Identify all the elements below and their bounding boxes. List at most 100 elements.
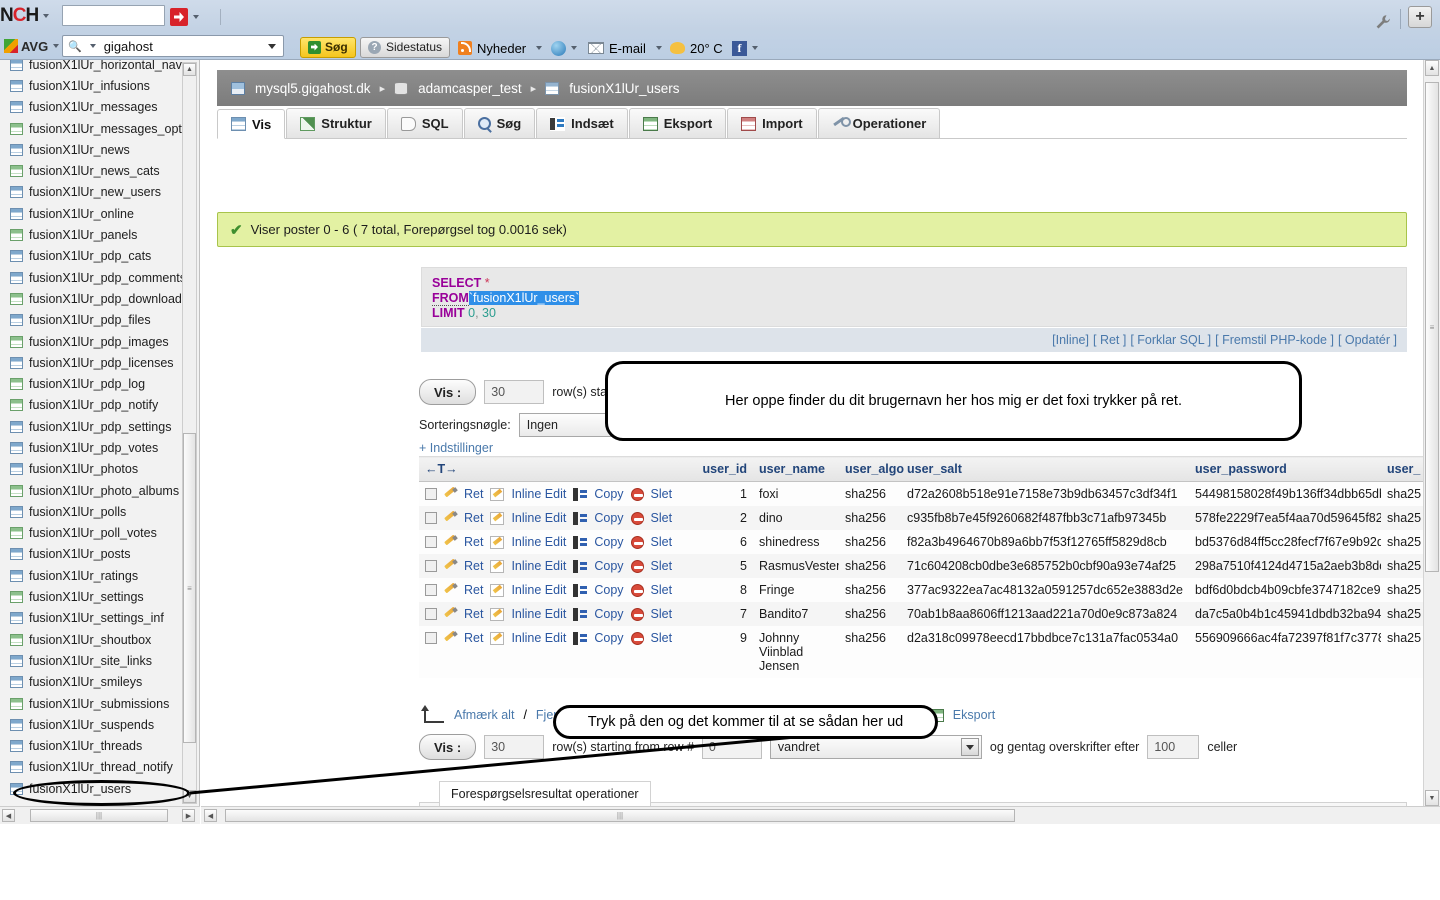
- sidebar-table-item[interactable]: fusionX1lUr_messages_opt: [0, 118, 199, 139]
- sidebar-table-item[interactable]: fusionX1lUr_posts: [0, 544, 199, 565]
- chevron-down-icon[interactable]: [53, 44, 60, 48]
- sidebar-table-item[interactable]: fusionX1lUr_threads: [0, 736, 199, 757]
- chevron-down-icon[interactable]: [655, 46, 662, 50]
- row-copy-link[interactable]: Copy: [594, 487, 623, 501]
- check-all-link[interactable]: Afmærk alt: [454, 708, 514, 722]
- row-edit-link[interactable]: Ret: [464, 559, 483, 573]
- table-row[interactable]: Ret Inline Edit Copy Slet 2 dino sha256 c935fb8…: [419, 506, 1423, 530]
- chevron-down-icon[interactable]: [960, 738, 979, 756]
- column-header-user-id[interactable]: user_id: [693, 456, 753, 482]
- ie-button[interactable]: [551, 36, 577, 60]
- row-delete-link[interactable]: Slet: [651, 559, 673, 573]
- sidebar-table-item[interactable]: fusionX1lUr_photo_albums: [0, 480, 199, 501]
- main-hscroll-thumb[interactable]: |||: [225, 809, 1015, 822]
- sidebar-vertical-scrollbar[interactable]: ▲ ≡ ▼: [182, 62, 197, 804]
- scroll-up-arrow[interactable]: ▲: [1425, 60, 1439, 76]
- table-row[interactable]: Ret Inline Edit Copy Slet 1 foxi sha256 d72a260…: [419, 481, 1423, 506]
- scroll-down-arrow[interactable]: ▼: [1425, 790, 1439, 806]
- link-inline[interactable]: [Inline]: [1052, 333, 1089, 347]
- settings-link[interactable]: + Indstillinger: [419, 441, 493, 455]
- row-checkbox[interactable]: [425, 560, 437, 572]
- sidebar-table-item[interactable]: fusionX1lUr_settings_inf: [0, 608, 199, 629]
- row-checkbox[interactable]: [425, 488, 437, 500]
- column-header-user-password[interactable]: user_password: [1189, 456, 1381, 482]
- row-copy-link[interactable]: Copy: [594, 535, 623, 549]
- tab-struktur[interactable]: Struktur: [286, 108, 386, 138]
- row-inline-edit-link[interactable]: Inline Edit: [511, 583, 566, 597]
- sidebar-table-item[interactable]: fusionX1lUr_submissions: [0, 693, 199, 714]
- sidebar-table-item[interactable]: fusionX1lUr_users: [0, 778, 199, 799]
- toolbar-grip[interactable]: [218, 5, 223, 29]
- nch-text-input[interactable]: [62, 3, 165, 27]
- sidebar-table-item[interactable]: fusionX1lUr_news_cats: [0, 160, 199, 181]
- sidebar-table-item[interactable]: fusionX1lUr_suspends: [0, 714, 199, 735]
- row-delete-link[interactable]: Slet: [651, 631, 673, 645]
- chevron-down-icon[interactable]: [89, 44, 96, 48]
- row-copy-link[interactable]: Copy: [594, 583, 623, 597]
- table-row[interactable]: Ret Inline Edit Copy Slet 7 Bandito7 sha256 70a…: [419, 602, 1423, 626]
- sidestatus-button[interactable]: ? Sidestatus: [360, 35, 451, 59]
- sidebar-table-item[interactable]: fusionX1lUr_pdp_settings: [0, 416, 199, 437]
- column-header-user-name[interactable]: user_name: [753, 456, 839, 482]
- sidebar-hscroll-thumb[interactable]: |||: [30, 809, 168, 822]
- tab-operationer[interactable]: Operationer: [817, 108, 941, 138]
- chevron-down-icon[interactable]: [193, 15, 199, 19]
- row-inline-edit-link[interactable]: Inline Edit: [511, 511, 566, 525]
- chevron-down-icon[interactable]: [268, 43, 276, 49]
- sql-action-links[interactable]: [Inline] [ Ret ] [ Forklar SQL ] [ Frems…: [421, 328, 1407, 352]
- row-edit-link[interactable]: Ret: [464, 511, 483, 525]
- row-copy-link[interactable]: Copy: [594, 511, 623, 525]
- link-ret[interactable]: [ Ret ]: [1093, 333, 1126, 347]
- table-row[interactable]: RetInline EditCopySlet5RasmusVesteragers…: [419, 554, 1423, 578]
- row-delete-link[interactable]: Slet: [651, 535, 673, 549]
- row-edit-link[interactable]: Ret: [464, 583, 483, 597]
- sidebar-table-item[interactable]: fusionX1lUr_new_users: [0, 182, 199, 203]
- sidebar-table-item[interactable]: fusionX1lUr_pdp_downloads: [0, 288, 199, 309]
- breadcrumb-database[interactable]: adamcasper_test: [418, 81, 522, 96]
- sidebar-horizontal-scrollbar[interactable]: ◀ ||| ▶: [0, 806, 200, 824]
- search-button[interactable]: Søg: [300, 35, 356, 59]
- row-edit-link[interactable]: Ret: [464, 535, 483, 549]
- facebook-button[interactable]: f: [732, 36, 758, 60]
- row-inline-edit-link[interactable]: Inline Edit: [511, 631, 566, 645]
- link-forklar-sql[interactable]: [ Forklar SQL ]: [1130, 333, 1211, 347]
- weather-button[interactable]: 20° C: [670, 36, 739, 60]
- row-copy-link[interactable]: Copy: [594, 559, 623, 573]
- tab-import[interactable]: Import: [727, 108, 817, 138]
- main-vertical-scrollbar[interactable]: ▲ ≡ ▼: [1423, 60, 1440, 806]
- avg-logo[interactable]: AVG: [4, 34, 60, 58]
- row-copy-link[interactable]: Copy: [594, 631, 623, 645]
- sidebar-table-item[interactable]: fusionX1lUr_online: [0, 203, 199, 224]
- rows-count-input-bottom[interactable]: 30: [484, 735, 545, 759]
- table-row[interactable]: Ret Inline Edit Copy Slet 6 shinedress sha256 f…: [419, 530, 1423, 554]
- sidebar-table-item[interactable]: fusionX1lUr_thread_notify: [0, 757, 199, 778]
- main-horizontal-scrollbar[interactable]: ◀ |||: [201, 806, 1440, 824]
- table-list[interactable]: fusionX1lUr_horizontal_nav fusionX1lUr_in…: [0, 60, 199, 799]
- row-delete-link[interactable]: Slet: [651, 487, 673, 501]
- nch-action-button[interactable]: [170, 5, 199, 29]
- row-inline-edit-link[interactable]: Inline Edit: [511, 559, 566, 573]
- row-copy-link[interactable]: Copy: [594, 607, 623, 621]
- row-checkbox[interactable]: [425, 512, 437, 524]
- sidebar-table-item[interactable]: fusionX1lUr_photos: [0, 459, 199, 480]
- settings-wrench-button[interactable]: [1374, 10, 1392, 34]
- sidebar-table-item[interactable]: fusionX1lUr_pdp_log: [0, 373, 199, 394]
- tab-inds-t[interactable]: Indsæt: [536, 108, 628, 138]
- search-input[interactable]: 🔍 gigahost: [62, 34, 284, 58]
- sidebar-scroll-thumb[interactable]: ≡: [183, 433, 196, 743]
- scroll-left-arrow[interactable]: ◀: [2, 809, 15, 822]
- row-delete-link[interactable]: Slet: [651, 607, 673, 621]
- settings-toggle[interactable]: + Indstillinger: [419, 440, 493, 455]
- show-button-bottom[interactable]: Vis :: [419, 734, 477, 760]
- new-tab-button[interactable]: +: [1408, 6, 1432, 28]
- row-delete-link[interactable]: Slet: [651, 583, 673, 597]
- row-inline-edit-link[interactable]: Inline Edit: [511, 535, 566, 549]
- tab-eksport[interactable]: Eksport: [628, 108, 727, 138]
- row-edit-link[interactable]: Ret: [464, 631, 483, 645]
- chevron-down-icon[interactable]: [752, 46, 758, 50]
- rows-count-input[interactable]: 30: [484, 380, 545, 404]
- sidebar-table-item[interactable]: fusionX1lUr_messages: [0, 97, 199, 118]
- row-checkbox[interactable]: [425, 632, 437, 644]
- sidebar-table-item[interactable]: fusionX1lUr_polls: [0, 501, 199, 522]
- sidebar-table-item[interactable]: fusionX1lUr_pdp_images: [0, 331, 199, 352]
